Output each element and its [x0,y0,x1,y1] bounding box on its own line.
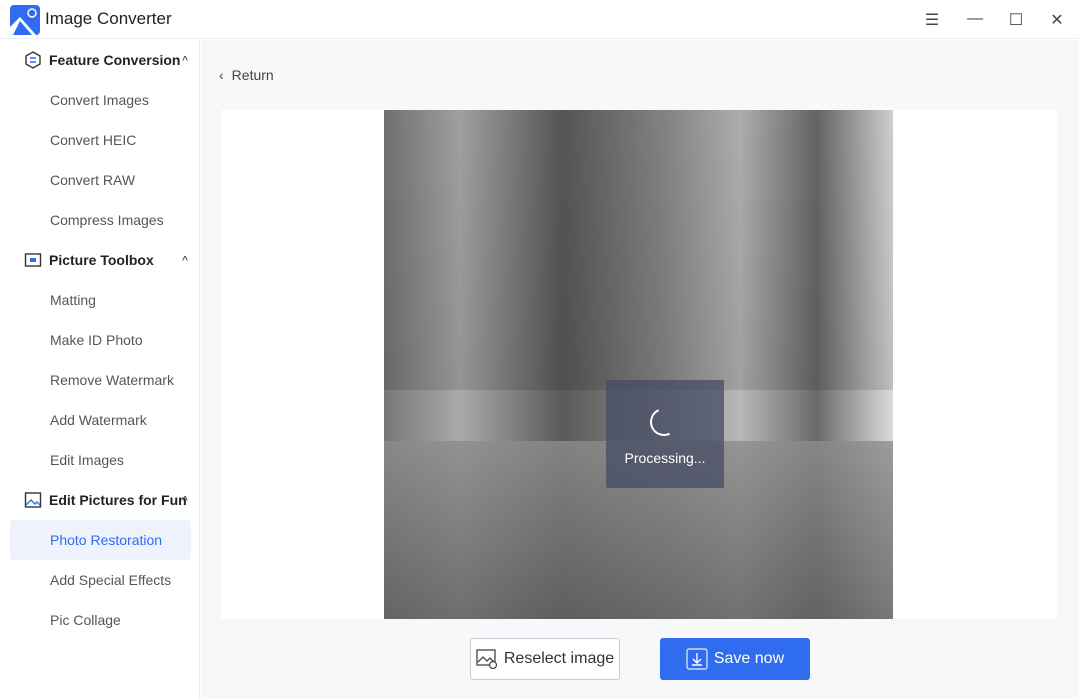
close-icon[interactable]: ✕ [1047,10,1067,30]
save-now-button[interactable]: Save now [660,638,810,680]
main-panel: ‹ Return Processing... Reselect image Sav… [201,40,1079,699]
chevron-left-icon: ‹ [219,67,224,83]
photo-image [384,110,893,619]
sidebar-item-convert-raw[interactable]: Convert RAW [10,160,191,200]
processing-label: Processing... [624,450,706,466]
return-label: Return [231,67,274,83]
chevron-up-icon: ^ [182,494,188,506]
save-label: Save now [713,650,785,667]
sidebar-item-photo-restoration[interactable]: Photo Restoration [10,520,191,560]
sidebar-item-compress-images[interactable]: Compress Images [10,200,191,240]
title-bar: Image Converter ☰ — ☐ ✕ [0,0,1079,39]
picture-icon [24,492,42,508]
group-picture-toolbox[interactable]: Picture Toolbox ^ [24,240,194,280]
sidebar-item-pic-collage[interactable]: Pic Collage [10,600,191,640]
group-label: Feature Conversion [49,52,181,68]
sidebar-item-add-watermark[interactable]: Add Watermark [10,400,191,440]
sidebar-item-matting[interactable]: Matting [10,280,191,320]
chevron-up-icon: ^ [182,254,188,266]
hamburger-icon[interactable]: ☰ [922,10,942,30]
minimize-icon[interactable]: — [965,10,985,28]
sidebar: Feature Conversion ^ Convert Images Conve… [0,40,200,699]
reselect-image-button[interactable]: Reselect image [470,638,620,680]
sidebar-item-edit-images[interactable]: Edit Images [10,440,191,480]
sidebar-item-make-id-photo[interactable]: Make ID Photo [10,320,191,360]
spinner-icon [646,404,682,440]
group-label: Edit Pictures for Fun [49,492,187,508]
processing-overlay: Processing... [606,380,724,488]
sidebar-item-add-special-effects[interactable]: Add Special Effects [10,560,191,600]
app-logo-icon [10,5,40,35]
sidebar-item-remove-watermark[interactable]: Remove Watermark [10,360,191,400]
group-label: Picture Toolbox [49,252,154,268]
group-edit-pictures-for-fun[interactable]: Edit Pictures for Fun ^ [24,480,194,520]
sidebar-item-convert-heic[interactable]: Convert HEIC [10,120,191,160]
maximize-icon[interactable]: ☐ [1006,10,1026,30]
toolbox-icon [24,253,42,267]
convert-hexagon-icon [25,51,41,69]
reselect-image-icon [476,649,497,669]
return-button[interactable]: ‹ Return [219,67,274,83]
group-feature-conversion[interactable]: Feature Conversion ^ [24,40,194,80]
download-icon [686,648,708,670]
sidebar-item-convert-images[interactable]: Convert Images [10,80,191,120]
image-preview-area: Processing... [221,110,1057,619]
app-title: Image Converter [45,9,172,28]
chevron-up-icon: ^ [182,54,188,66]
reselect-label: Reselect image [503,650,615,667]
